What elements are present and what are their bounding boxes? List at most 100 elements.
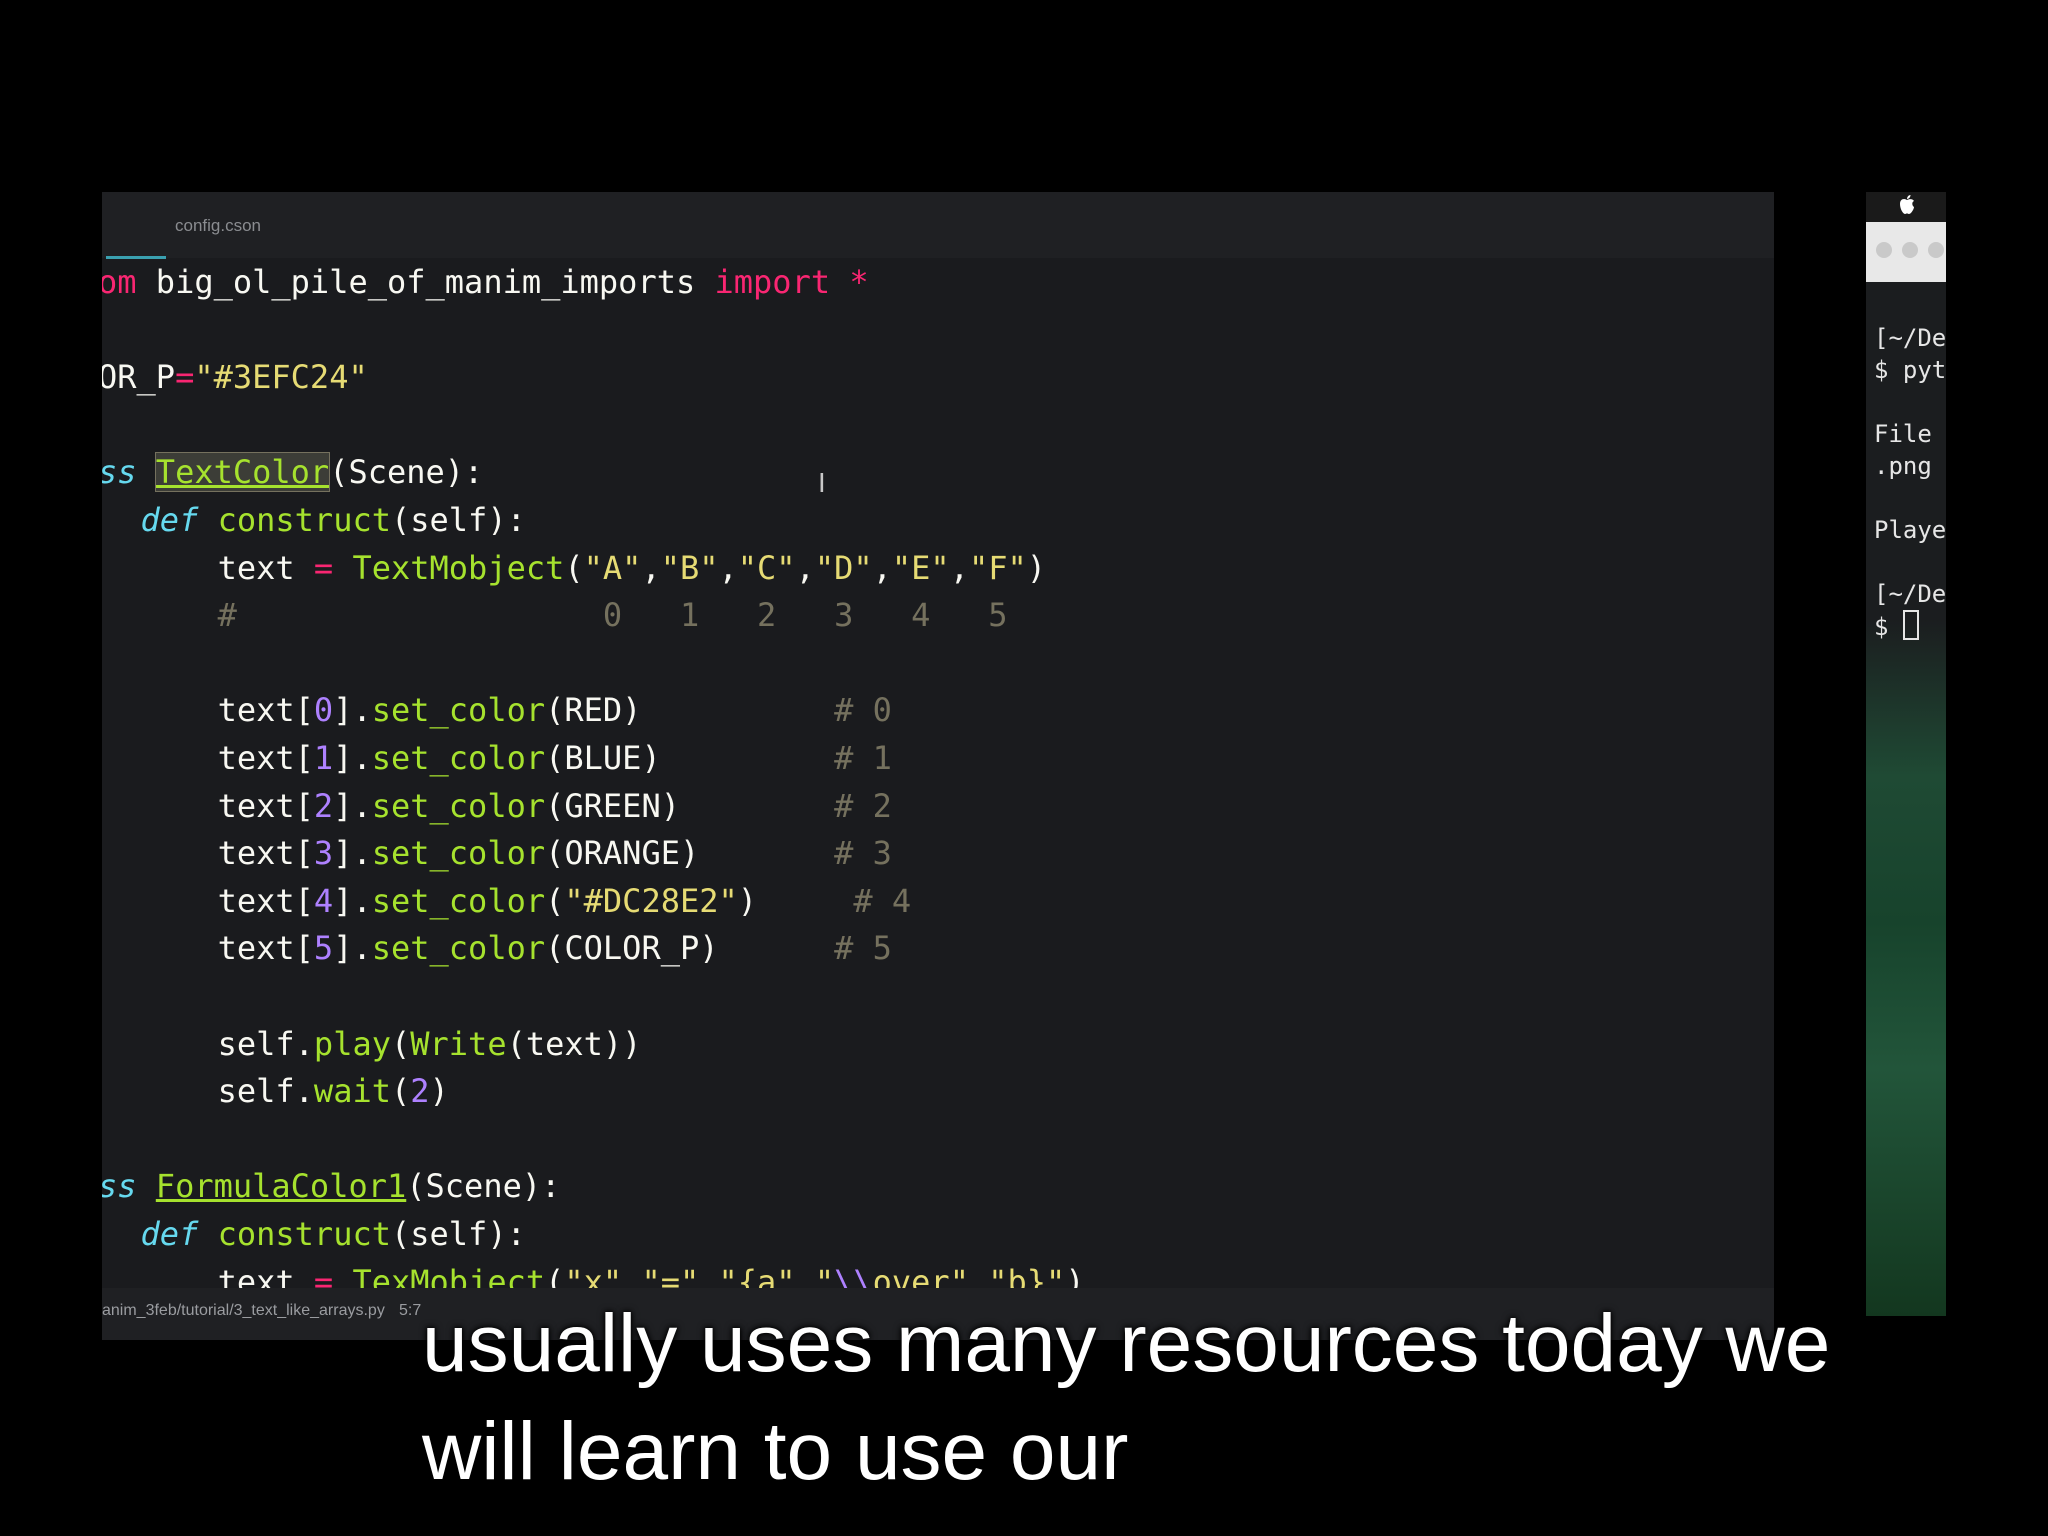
code-line[interactable]: text = TextMobject("A","B","C","D","E","… <box>102 548 1046 588</box>
code-token: ]. <box>333 739 372 777</box>
code-area[interactable]: om big_ol_pile_of_manim_imports import *… <box>102 258 1774 1301</box>
code-line[interactable]: om big_ol_pile_of_manim_imports import * <box>102 262 869 302</box>
code-line[interactable]: # 0 1 2 3 4 5 <box>102 595 1008 635</box>
code-token: self. <box>102 1072 314 1111</box>
code-token: 1 <box>313 739 334 777</box>
code-token: # 3 <box>834 834 892 873</box>
tab-bar: config.cson <box>102 192 1774 259</box>
code-token: ]. <box>333 834 372 873</box>
code-token: FormulaColor1 <box>155 1167 407 1206</box>
code-token: 2 <box>313 786 334 825</box>
code-line[interactable]: ss FormulaColor1(Scene): <box>102 1166 560 1206</box>
code-token: # 1 <box>834 739 892 777</box>
status-cursor-position[interactable]: 5:7 <box>399 1302 421 1320</box>
code-line[interactable]: text[2].set_color(GREEN) # 2 <box>102 786 892 826</box>
status-file-path[interactable]: anim_3feb/tutorial/3_text_like_arrays.py <box>102 1302 385 1320</box>
code-token: text[ <box>102 881 314 920</box>
code-token: , <box>949 548 969 587</box>
code-token: self. <box>102 1024 314 1063</box>
code-token: text[ <box>102 929 314 968</box>
code-token: (Scene): <box>406 1167 561 1206</box>
code-line[interactable]: text[0].set_color(RED) # 0 <box>102 690 892 730</box>
code-token: text[ <box>102 691 314 730</box>
code-token: = <box>313 548 334 587</box>
code-token: ) <box>429 1072 449 1111</box>
code-line[interactable]: def construct(self): <box>102 1214 526 1254</box>
code-token: (BLUE) <box>545 739 835 777</box>
code-token: (text)) <box>506 1024 642 1063</box>
close-window-button[interactable] <box>1876 242 1892 258</box>
code-token: 2 <box>410 1072 430 1111</box>
minimize-window-button[interactable] <box>1902 242 1918 258</box>
code-token: , <box>795 548 815 587</box>
code-line[interactable]: text[5].set_color(COLOR_P) # 5 <box>102 928 892 968</box>
terminal-window: [~/De $ pyt File .png Playe [~/De $ <box>1866 192 1946 1316</box>
code-token: def <box>140 1215 199 1253</box>
code-token: ) <box>737 881 854 920</box>
code-token: TextColor <box>154 452 331 493</box>
code-token: (self): <box>390 1215 526 1253</box>
code-token: ]. <box>333 786 372 825</box>
code-token: 3 <box>313 834 334 873</box>
code-token: construct <box>217 501 391 539</box>
code-line[interactable]: self.play(Write(text)) <box>102 1024 642 1064</box>
terminal-text: [~/De $ pyt File .png Playe [~/De $ <box>1874 324 1946 641</box>
code-line[interactable]: def construct(self): <box>102 500 526 540</box>
code-line[interactable]: text[1].set_color(BLUE) # 1 <box>102 738 892 778</box>
code-token: ( <box>390 1072 411 1111</box>
code-token: text[ <box>102 834 314 873</box>
code-token: ss <box>102 1167 137 1206</box>
code-token: (RED) <box>545 691 835 730</box>
code-token: (Scene): <box>329 453 484 492</box>
code-token: (COLOR_P) <box>545 929 835 968</box>
code-token: set_color <box>371 834 546 873</box>
code-editor-window: config.cson om big_ol_pile_of_manim_impo… <box>102 192 1774 1340</box>
code-token: ]. <box>333 691 372 730</box>
code-token: construct <box>217 1215 391 1253</box>
code-token: 4 <box>313 881 334 920</box>
code-line[interactable]: self.wait(2) <box>102 1071 449 1111</box>
code-token: "#DC28E2" <box>564 881 738 920</box>
code-token: , <box>641 548 661 587</box>
code-token: wait <box>313 1072 391 1111</box>
code-token: set_color <box>371 881 546 920</box>
code-token: "C" <box>737 548 796 587</box>
code-token: ( <box>390 1024 411 1063</box>
subtitles: usually uses many resources today we wil… <box>422 1290 2022 1506</box>
terminal-titlebar <box>1866 222 1946 282</box>
zoom-window-button[interactable] <box>1928 242 1944 258</box>
code-token: * <box>849 263 869 301</box>
code-token: text <box>102 548 314 587</box>
code-token: "F" <box>968 548 1027 587</box>
code-token: text[ <box>102 786 314 825</box>
code-token: # 4 <box>853 881 912 920</box>
tab-config-cson[interactable]: config.cson <box>102 192 342 259</box>
terminal-output[interactable]: [~/De $ pyt File .png Playe [~/De $ <box>1874 322 1946 643</box>
code-token: ss <box>102 453 137 492</box>
code-token: OR_P <box>102 358 176 397</box>
code-line[interactable]: text[4].set_color("#DC28E2") # 4 <box>102 881 912 921</box>
code-token: ) <box>1026 548 1047 587</box>
apple-icon[interactable] <box>1898 194 1916 216</box>
code-token: (GREEN) <box>545 786 835 825</box>
subtitle-line-1: usually uses many resources today we <box>422 1298 1831 1389</box>
code-token: ]. <box>333 929 372 968</box>
code-token: set_color <box>371 929 546 968</box>
code-line[interactable]: ss TextColor(Scene): <box>102 452 484 493</box>
terminal-cursor <box>1902 610 1919 640</box>
code-token: (ORANGE) <box>545 834 835 873</box>
code-token: text[ <box>102 739 314 777</box>
code-line[interactable]: OR_P="#3EFC24" <box>102 357 368 397</box>
code-token: 5 <box>313 929 334 968</box>
subtitle-line-2: will learn to use our <box>422 1406 1129 1497</box>
code-line[interactable]: text[3].set_color(ORANGE) # 3 <box>102 833 892 873</box>
text-cursor-icon: I <box>818 469 826 499</box>
